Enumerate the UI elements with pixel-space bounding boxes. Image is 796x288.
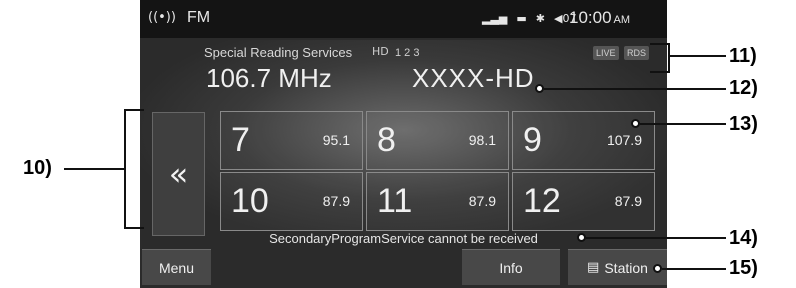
preset-frequency: 95.1 (322, 132, 350, 148)
hd-radio-icon: HD (372, 45, 389, 58)
callout-11-label: 11) (729, 45, 757, 67)
callout-15-line (662, 268, 726, 270)
bluetooth-icon: ✱ (535, 12, 546, 25)
battery-icon: ▬ (516, 12, 527, 25)
preset-frequency: 87.9 (468, 193, 496, 209)
callout-15-dot (653, 264, 662, 273)
clock: 10:00 AM (569, 8, 630, 28)
callout-13-label: 13) (729, 113, 758, 135)
menu-button-label: Menu (158, 259, 195, 276)
info-button-label: Info (499, 259, 523, 276)
callout-14-line (586, 237, 726, 239)
preset-frequency: 98.1 (468, 132, 496, 148)
preset-number: 8 (377, 121, 396, 159)
live-badge: LIVE (593, 46, 619, 60)
preset-frequency: 87.9 (322, 193, 350, 209)
callout-14-label: 14) (729, 227, 758, 249)
preset-number: 7 (231, 121, 250, 159)
preset-frequency: 87.9 (614, 193, 642, 209)
menu-button[interactable]: Menu (142, 249, 211, 285)
frequency-display: 106.7 MHz (206, 63, 332, 93)
clock-ampm: AM (613, 14, 631, 26)
info-button[interactable]: Info (462, 249, 560, 285)
callout-10-line (64, 168, 124, 170)
callout-13-dot (631, 119, 640, 128)
preset-number: 12 (523, 182, 561, 220)
status-bar: ((•)) FM ▂▃▅ ▬ ✱ ◀07 10:00 AM (140, 0, 667, 38)
band-label: FM (187, 9, 211, 26)
radio-screen: ((•)) FM ▂▃▅ ▬ ✱ ◀07 10:00 AM Special Rea… (140, 0, 667, 288)
callout-10-bracket (124, 109, 144, 229)
signal-icon: ▂▃▅ (482, 12, 508, 25)
list-icon: ▤ (587, 260, 600, 275)
callout-10-label: 10) (23, 157, 52, 179)
call-sign: XXXX-HD (412, 63, 535, 93)
preset-button-11[interactable]: 11 87.9 (366, 172, 509, 231)
callout-11-line (670, 55, 726, 57)
callout-11-bracket (650, 43, 670, 73)
status-icons: ▂▃▅ ▬ ✱ ◀07 (482, 12, 576, 25)
preset-number: 9 (523, 121, 542, 159)
callout-15-label: 15) (729, 257, 758, 279)
callout-12-dot (535, 84, 544, 93)
preset-number: 11 (377, 182, 413, 220)
preset-button-12[interactable]: 12 87.9 (512, 172, 655, 231)
preset-button-7[interactable]: 7 95.1 (220, 111, 363, 170)
station-button-label: Station (604, 259, 648, 276)
service-name: Special Reading Services (204, 45, 353, 60)
callout-12-label: 12) (729, 77, 758, 99)
rds-badge: RDS (624, 46, 650, 60)
radio-wave-icon: ((•)) (148, 10, 176, 25)
preset-frequency: 107.9 (606, 132, 642, 148)
callout-13-line (640, 123, 726, 125)
preset-button-8[interactable]: 8 98.1 (366, 111, 509, 170)
callout-12-line (544, 88, 726, 90)
previous-presets-button[interactable]: « (152, 112, 205, 236)
preset-number: 10 (231, 182, 269, 220)
clock-time: 10:00 (569, 8, 612, 27)
callout-14-dot (577, 233, 586, 242)
preset-button-10[interactable]: 10 87.9 (220, 172, 363, 231)
hd-channels: 1 2 3 (395, 47, 420, 59)
